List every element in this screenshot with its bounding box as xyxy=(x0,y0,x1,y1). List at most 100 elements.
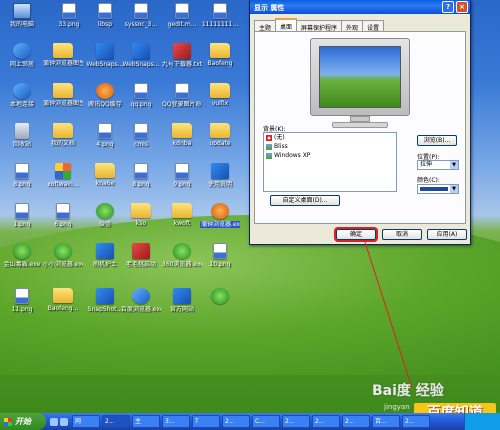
desktop-icon-item[interactable]: qq.png xyxy=(121,83,161,108)
color-picker[interactable]: ▼ xyxy=(417,184,459,194)
desktop-icon[interactable] xyxy=(60,417,68,426)
customize-desktop-button[interactable]: 自定义桌面(D)... xyxy=(270,195,340,206)
desktop-icon-item[interactable]: 老毛桃启动 xyxy=(121,243,161,268)
desktop-icon-label: 小小浏览器.exe xyxy=(43,261,83,268)
taskbar-button[interactable]: 2... xyxy=(102,415,130,428)
taskbar-button[interactable]: 2... xyxy=(312,415,340,428)
desktop-icon-item[interactable]: 6.png xyxy=(43,203,83,228)
taskbar-button[interactable]: 百... xyxy=(372,415,400,428)
desktop-icon-label: 蒲钟浏览器图生 xyxy=(43,100,83,107)
desktop-icon-label: syssoc_3... xyxy=(124,21,158,28)
desktop-icon-item[interactable]: 回收站 xyxy=(2,123,42,148)
tab-item[interactable]: 桌面 xyxy=(275,18,298,31)
desktop-icon-item[interactable]: WebSnaps... xyxy=(121,43,161,68)
prog-icon xyxy=(96,243,114,259)
doc-icon xyxy=(134,163,148,179)
desktop-icon-item[interactable]: xoftwain... xyxy=(43,163,83,188)
apply-button[interactable]: 应用(A) xyxy=(427,229,467,240)
monitor-base xyxy=(332,122,388,128)
taskbar-button[interactable]: 网 xyxy=(72,415,100,428)
background-list-item[interactable]: Windows XP xyxy=(264,152,396,160)
folder-icon xyxy=(172,203,192,218)
desktop-icon-item[interactable]: 金山毒霸.exe xyxy=(2,243,42,268)
desktop-icon-item[interactable]: 百度浏览器.exe xyxy=(121,288,161,313)
taskbar-button[interactable]: 2... xyxy=(222,415,250,428)
taskbar-button[interactable]: 2... xyxy=(342,415,370,428)
desktop-icon-item[interactable]: 8.png xyxy=(2,163,42,188)
desktop-icon-item[interactable]: 8.png xyxy=(121,163,161,188)
desktop-icon-item[interactable]: kwoft xyxy=(162,203,202,227)
desktop-icon-label: WebSnaps... xyxy=(122,61,160,68)
desktop-icon-item[interactable]: 官方网站 xyxy=(162,288,202,313)
taskbar-button[interactable]: 2... xyxy=(402,415,430,428)
desktop-icon-item[interactable]: libsp xyxy=(85,3,125,28)
desktop-icon-item[interactable]: kdnba xyxy=(162,123,202,147)
taskbar-button[interactable]: 3... xyxy=(162,415,190,428)
desktop-icon-item[interactable]: 9.png xyxy=(162,163,202,188)
desktop-icon-item[interactable]: Baofeng xyxy=(200,43,240,67)
desktop-icon-item[interactable]: 360浏览器.exe xyxy=(162,243,202,268)
desktop-icon-label: 网上邻居 xyxy=(9,61,34,68)
desktop-icon-item[interactable]: 11111111... xyxy=(200,3,240,28)
desktop-icon-item[interactable]: kso xyxy=(121,203,161,227)
desktop-icon-item[interactable]: 使用说明 xyxy=(200,163,240,188)
desktop-icon-item[interactable]: 九号下载器.txt xyxy=(162,43,202,68)
desktop-icon-item[interactable]: 1.png xyxy=(2,203,42,228)
desktop-icon-item[interactable]: 我的文档 xyxy=(43,123,83,147)
taskbar-button[interactable]: C... xyxy=(252,415,280,428)
desktop-icon-item[interactable]: 10.png xyxy=(200,243,240,268)
desktop-icon-item[interactable]: WebSnaps... xyxy=(85,43,125,68)
desktop-icon-item[interactable]: 腾讯QQ缓存 xyxy=(85,83,125,108)
chevron-down-icon: ▼ xyxy=(450,185,458,193)
desktop-icon-item[interactable]: 蒲钟浏览器图生 xyxy=(43,43,83,67)
desktop-icon-item[interactable]: update xyxy=(200,123,240,147)
desktop-icon-item[interactable]: 4.png xyxy=(85,123,125,148)
desktop-icon-label: 10.png xyxy=(209,261,231,268)
display-properties-dialog: 显示 属性 ? × 主题 桌面 屏幕保护程序 外观 设置 背景(K): (无) Bliss… xyxy=(249,0,471,245)
desktop-icon-item[interactable]: QQ登录图片命名.png xyxy=(162,83,202,108)
ok-button[interactable]: 确定 xyxy=(334,227,378,242)
browse-button[interactable]: 浏览(B)... xyxy=(417,135,457,146)
desktop-icon-item[interactable]: SnapShot... xyxy=(85,288,125,313)
desktop-icon-item[interactable]: vulfix xyxy=(200,83,240,107)
monitor-frame xyxy=(310,38,410,116)
desktop-icon-item[interactable]: 蒲钟浏览器.exe xyxy=(200,203,240,228)
browser-icon[interactable] xyxy=(50,417,58,426)
taskbar-button[interactable]: 主 xyxy=(132,415,160,428)
desktop-icon-item[interactable]: gedit.m... xyxy=(162,3,202,28)
tab-item[interactable]: 外观 xyxy=(341,20,364,32)
desktop-icon-item[interactable]: 11.png xyxy=(2,288,42,313)
tab-item[interactable]: 设置 xyxy=(362,20,385,32)
position-select[interactable]: 拉伸 ▼ xyxy=(417,160,459,170)
desktop-icon-item[interactable]: syssoc_3... xyxy=(121,3,161,28)
desktop-icon-label: update xyxy=(209,140,231,147)
desktop-icon-item[interactable]: Baofeng... xyxy=(43,288,83,312)
cancel-button[interactable]: 取消 xyxy=(382,229,422,240)
desktop-icon-label: xoftwain... xyxy=(47,181,79,188)
background-list[interactable]: (无) Bliss Windows XP xyxy=(263,132,397,192)
desktop-icon-item[interactable]: 33.png xyxy=(49,3,89,28)
taskbar-button[interactable]: T xyxy=(192,415,220,428)
background-list-item[interactable]: Bliss xyxy=(264,143,396,151)
folder-icon xyxy=(210,123,230,138)
doc-icon xyxy=(175,163,189,179)
desktop-icon-item[interactable] xyxy=(200,288,240,306)
taskbar-button[interactable]: 2... xyxy=(282,415,310,428)
desktop-icon-item[interactable]: 本地连接 xyxy=(2,83,42,108)
help-button[interactable]: ? xyxy=(442,1,454,13)
close-button[interactable]: × xyxy=(456,1,468,13)
desktop-icon-item[interactable]: cmis xyxy=(121,123,161,148)
desktop-icon-item[interactable]: 蒲钟浏览器图生 xyxy=(43,83,83,107)
desktop-icon-item[interactable]: 网上邻居 xyxy=(2,43,42,68)
tab-item[interactable]: 主题 xyxy=(254,20,277,32)
start-button[interactable]: 开始 xyxy=(0,413,46,430)
desktop-icon-item[interactable]: 小小浏览器.exe xyxy=(43,243,83,268)
desktop-icon-item[interactable]: 刷机护士 xyxy=(85,243,125,268)
background-list-item[interactable]: (无) xyxy=(264,134,396,142)
dialog-title-bar[interactable]: 显示 属性 ? × xyxy=(250,0,470,14)
desktop-icon-item[interactable]: 我的电脑 xyxy=(2,3,42,28)
tab-item[interactable]: 屏幕保护程序 xyxy=(296,20,343,32)
desktop-icon-item[interactable]: kna6e xyxy=(85,163,125,187)
desktop-icon-label: 腾讯QQ缓存 xyxy=(88,101,122,108)
desktop-icon-item[interactable]: 微信 xyxy=(85,203,125,228)
